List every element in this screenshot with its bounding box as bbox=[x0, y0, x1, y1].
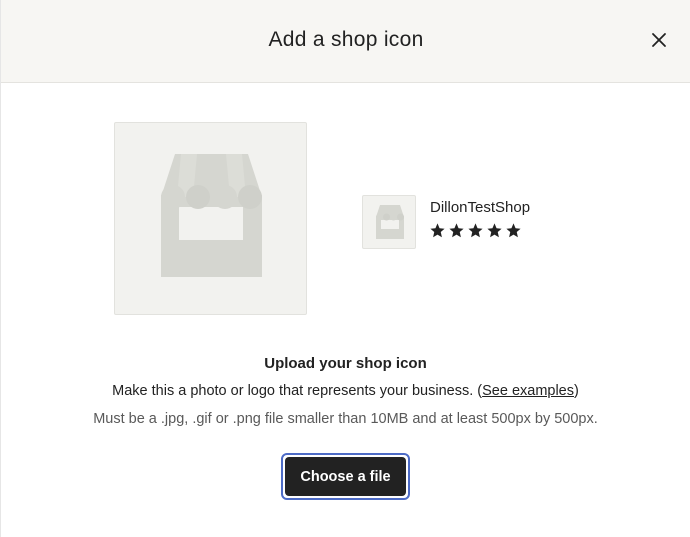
star-rating bbox=[429, 222, 522, 239]
upload-heading: Upload your shop icon bbox=[264, 355, 427, 372]
close-icon bbox=[652, 33, 666, 47]
star-icon bbox=[449, 223, 464, 238]
upload-description: Make this a photo or logo that represent… bbox=[1, 383, 690, 399]
shop-icon-preview-large bbox=[114, 122, 307, 315]
dialog-header: Add a shop icon bbox=[1, 0, 690, 83]
shop-icon-preview-small bbox=[362, 195, 416, 249]
add-shop-icon-dialog: Add a shop icon DillonTestShop Upload yo… bbox=[0, 0, 690, 537]
storefront-icon bbox=[161, 154, 262, 277]
dialog-title: Add a shop icon bbox=[268, 28, 424, 51]
file-requirements: Must be a .jpg, .gif or .png file smalle… bbox=[93, 411, 598, 427]
choose-file-button[interactable]: Choose a file bbox=[285, 457, 406, 496]
star-icon bbox=[468, 223, 483, 238]
description-text: Make this a photo or logo that represent… bbox=[112, 383, 483, 399]
star-icon bbox=[487, 223, 502, 238]
storefront-icon bbox=[376, 205, 404, 239]
shop-name: DillonTestShop bbox=[430, 199, 531, 216]
see-examples-link[interactable]: See examples bbox=[482, 383, 574, 399]
description-end: ) bbox=[574, 383, 579, 399]
star-icon bbox=[506, 223, 521, 238]
close-button[interactable] bbox=[647, 28, 671, 52]
star-icon bbox=[430, 223, 445, 238]
